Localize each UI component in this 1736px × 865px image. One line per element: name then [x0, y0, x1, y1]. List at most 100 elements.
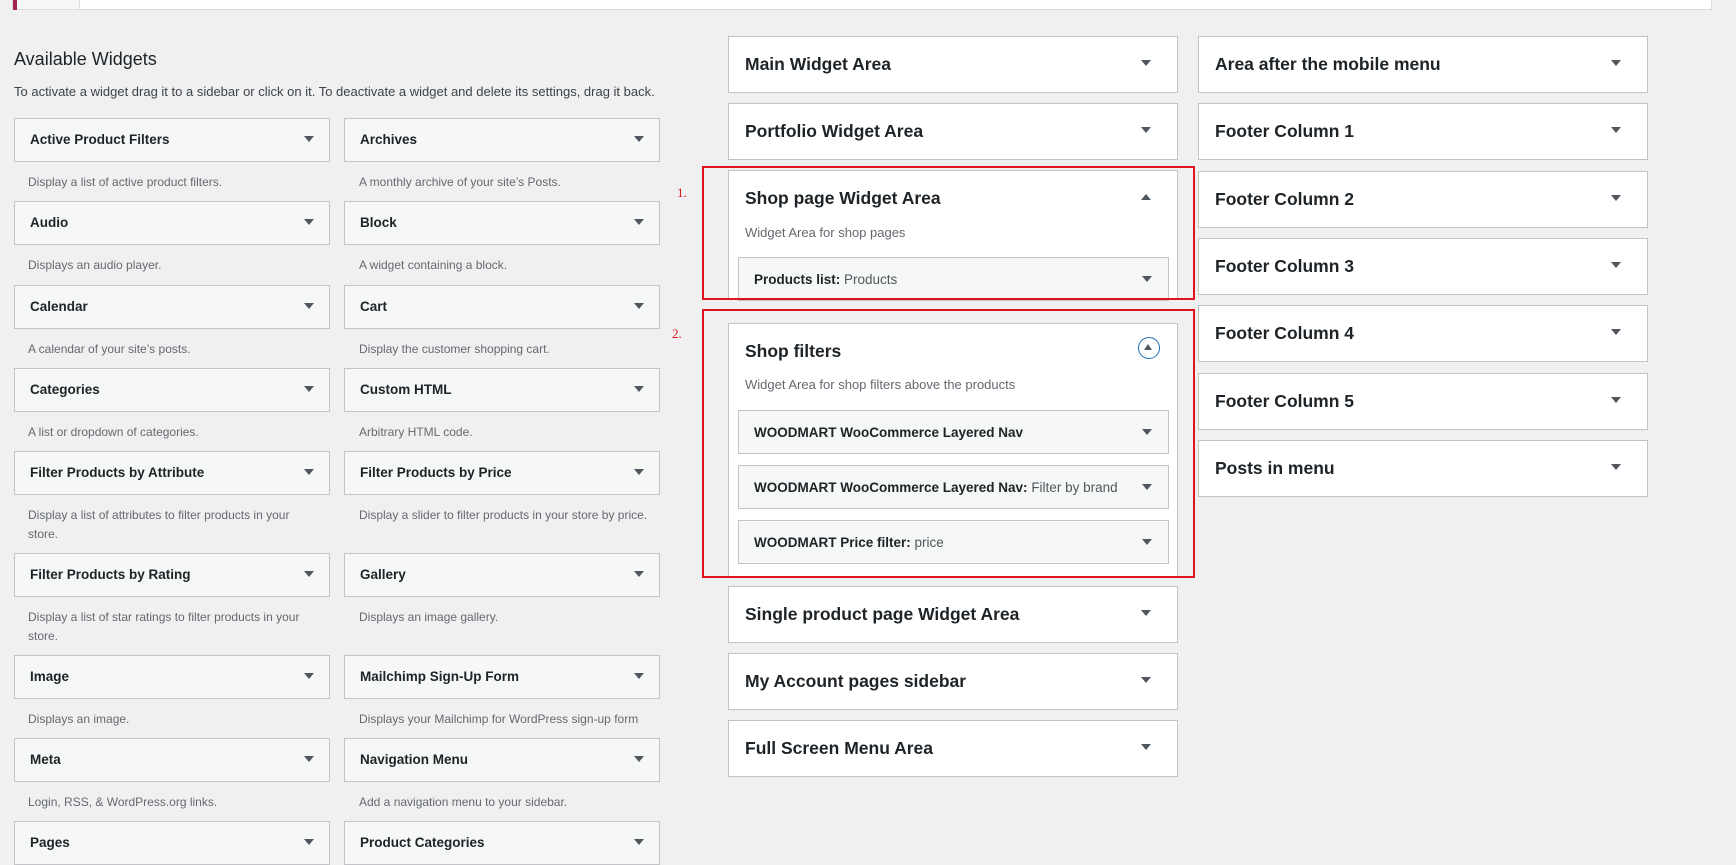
widget-product-categories[interactable]: Product Categories	[344, 821, 660, 865]
caret-down-icon[interactable]	[304, 136, 314, 142]
caret-down-icon[interactable]	[634, 571, 644, 577]
caret-down-icon[interactable]	[634, 756, 644, 762]
widget-description: A list or dropdown of categories.	[28, 425, 199, 439]
widget-mailchimp-sign-up-form[interactable]: Mailchimp Sign-Up Form	[344, 655, 660, 699]
widget-title: Gallery	[360, 567, 406, 582]
widget-title: Filter Products by Rating	[30, 567, 191, 582]
widget-filter-products-by-attribute[interactable]: Filter Products by Attribute	[14, 451, 330, 495]
area-main-widget-area[interactable]: Main Widget Area	[728, 36, 1178, 93]
widget-description: Login, RSS, & WordPress.org links.	[28, 795, 218, 809]
widget-title: Calendar	[30, 299, 88, 314]
widget-description: Displays an image gallery.	[359, 610, 499, 624]
area-title: Main Widget Area	[745, 54, 892, 74]
caret-down-icon[interactable]	[1141, 610, 1151, 616]
caret-down-icon[interactable]	[1141, 744, 1151, 750]
widget-title: Filter Products by Attribute	[30, 465, 205, 480]
caret-down-icon[interactable]	[634, 673, 644, 679]
area-title: Area after the mobile menu	[1215, 54, 1441, 74]
widget-title: Filter Products by Price	[360, 465, 512, 480]
caret-down-icon[interactable]	[304, 386, 314, 392]
area-title: Footer Column 4	[1215, 323, 1355, 343]
widget-description: Arbitrary HTML code.	[359, 425, 473, 439]
caret-down-icon[interactable]	[1141, 127, 1151, 133]
widget-description: Display a list of attributes to filter p…	[28, 508, 290, 541]
widget-description: Displays your Mailchimp for WordPress si…	[359, 712, 639, 726]
widget-description: Displays an image.	[28, 712, 130, 726]
widget-filter-products-by-price[interactable]: Filter Products by Price	[344, 451, 660, 495]
area-single-product-page-widget-area[interactable]: Single product page Widget Area	[728, 586, 1178, 643]
widget-gallery[interactable]: Gallery	[344, 553, 660, 597]
caret-down-icon[interactable]	[634, 839, 644, 845]
caret-down-icon[interactable]	[634, 303, 644, 309]
caret-down-icon[interactable]	[304, 219, 314, 225]
caret-down-icon[interactable]	[634, 469, 644, 475]
widget-description: Display a list of active product filters…	[28, 175, 223, 189]
area-footer-column-2[interactable]: Footer Column 2	[1198, 171, 1648, 228]
caret-down-icon[interactable]	[1611, 195, 1621, 201]
widget-title: Meta	[30, 752, 61, 767]
caret-down-icon[interactable]	[304, 303, 314, 309]
top-bar-tab[interactable]	[17, 0, 80, 9]
widget-categories[interactable]: Categories	[14, 368, 330, 412]
widget-cart[interactable]: Cart	[344, 285, 660, 329]
widget-description: Add a navigation menu to your sidebar.	[359, 795, 568, 809]
widget-title: Image	[30, 669, 70, 684]
area-my-account-pages-sidebar[interactable]: My Account pages sidebar	[728, 653, 1178, 710]
area-footer-column-4[interactable]: Footer Column 4	[1198, 305, 1648, 362]
widget-title: Block	[360, 215, 397, 230]
caret-down-icon[interactable]	[634, 136, 644, 142]
widget-title: Cart	[360, 299, 388, 314]
widget-description: A calendar of your site’s posts.	[28, 342, 191, 356]
widget-title: Categories	[30, 382, 100, 397]
highlight-box-2	[702, 309, 1195, 578]
widget-pages[interactable]: Pages	[14, 821, 330, 865]
caret-down-icon[interactable]	[1611, 262, 1621, 268]
caret-down-icon[interactable]	[1141, 677, 1151, 683]
widget-audio[interactable]: Audio	[14, 201, 330, 245]
area-after-mobile-menu[interactable]: Area after the mobile menu	[1198, 36, 1648, 93]
caret-down-icon[interactable]	[1611, 464, 1621, 470]
widget-title: Active Product Filters	[30, 132, 170, 147]
widget-title: Custom HTML	[360, 382, 452, 397]
highlight-box-1	[702, 166, 1195, 300]
widget-calendar[interactable]: Calendar	[14, 285, 330, 329]
widget-meta[interactable]: Meta	[14, 738, 330, 782]
area-full-screen-menu-area[interactable]: Full Screen Menu Area	[728, 720, 1178, 777]
caret-down-icon[interactable]	[634, 219, 644, 225]
widget-navigation-menu[interactable]: Navigation Menu	[344, 738, 660, 782]
caret-down-icon[interactable]	[304, 469, 314, 475]
area-title: Full Screen Menu Area	[745, 738, 934, 758]
caret-down-icon[interactable]	[634, 386, 644, 392]
widget-active-product-filters[interactable]: Active Product Filters	[14, 118, 330, 162]
widget-description: Display a slider to filter products in y…	[359, 508, 648, 522]
area-footer-column-3[interactable]: Footer Column 3	[1198, 238, 1648, 295]
available-widgets-title: Available Widgets	[14, 49, 157, 69]
area-footer-column-1[interactable]: Footer Column 1	[1198, 103, 1648, 160]
area-title: Footer Column 5	[1215, 391, 1355, 411]
area-title: Footer Column 1	[1215, 121, 1355, 141]
caret-down-icon[interactable]	[1611, 329, 1621, 335]
area-posts-in-menu[interactable]: Posts in menu	[1198, 440, 1648, 497]
caret-down-icon[interactable]	[304, 756, 314, 762]
widget-filter-products-by-rating[interactable]: Filter Products by Rating	[14, 553, 330, 597]
caret-down-icon[interactable]	[304, 571, 314, 577]
area-title: Portfolio Widget Area	[745, 121, 924, 141]
caret-down-icon[interactable]	[304, 673, 314, 679]
area-title: Single product page Widget Area	[745, 604, 1020, 624]
area-footer-column-5[interactable]: Footer Column 5	[1198, 373, 1648, 430]
area-title: Footer Column 2	[1215, 189, 1355, 209]
area-title: My Account pages sidebar	[745, 671, 967, 691]
caret-down-icon[interactable]	[1141, 60, 1151, 66]
widget-image[interactable]: Image	[14, 655, 330, 699]
caret-down-icon[interactable]	[1611, 60, 1621, 66]
caret-down-icon[interactable]	[304, 839, 314, 845]
widget-description: A widget containing a block.	[359, 258, 508, 272]
caret-down-icon[interactable]	[1611, 127, 1621, 133]
area-portfolio-widget-area[interactable]: Portfolio Widget Area	[728, 103, 1178, 160]
widget-custom-html[interactable]: Custom HTML	[344, 368, 660, 412]
annotation-label-1: 1.	[677, 185, 687, 200]
caret-down-icon[interactable]	[1611, 397, 1621, 403]
widget-block[interactable]: Block	[344, 201, 660, 245]
widget-archives[interactable]: Archives	[344, 118, 660, 162]
widget-description: Display the customer shopping cart.	[359, 342, 550, 356]
